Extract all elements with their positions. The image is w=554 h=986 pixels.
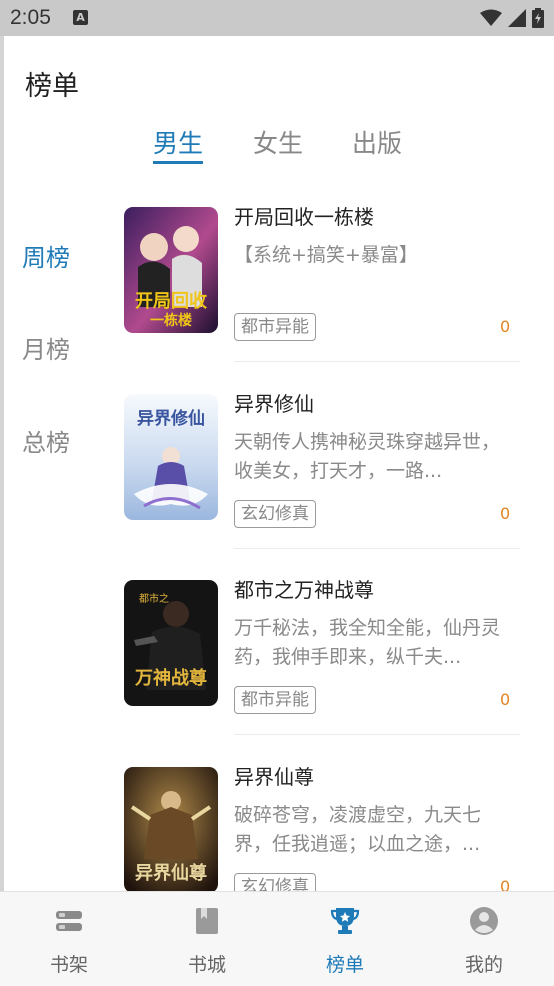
nav-bookshelf[interactable]: 书架 [0, 892, 138, 986]
book-category-tag: 都市异能 [234, 313, 316, 341]
svg-text:一栋楼: 一栋楼 [150, 312, 192, 329]
rank-weekly[interactable]: 周榜 [22, 238, 70, 273]
rank-monthly[interactable]: 月榜 [22, 330, 70, 365]
book-count: 0 [500, 504, 511, 523]
book-cover[interactable]: 异界修仙 [124, 394, 218, 520]
gender-tabs: 男生 女生 出版 [0, 124, 554, 168]
left-edge-strip [0, 36, 4, 986]
wifi-icon [480, 9, 502, 26]
book-cover[interactable]: 异界仙尊 [124, 767, 218, 893]
book-title: 异界修仙 [234, 392, 314, 416]
trophy-icon [330, 908, 360, 934]
status-bar: 2:05 A [0, 0, 554, 36]
book-title: 异界仙尊 [234, 765, 314, 789]
tab-publishing[interactable]: 出版 [352, 124, 402, 160]
nav-ranking[interactable]: 榜单 [276, 892, 414, 986]
page-title: 榜单 [25, 71, 79, 102]
book-title: 都市之万神战尊 [234, 578, 374, 602]
svg-text:开局回收: 开局回收 [135, 290, 207, 312]
book-description: 天朝传人携神秘灵珠穿越异世，收美女，打天才，一路... [234, 431, 501, 482]
bottom-navigation: 书架 书城 榜单 我的 [0, 891, 554, 986]
battery-icon [532, 8, 544, 28]
book-category-tag: 玄幻修真 [234, 500, 316, 528]
nav-profile[interactable]: 我的 [415, 892, 553, 986]
book-item[interactable]: 开局回收 一栋楼 开局回收一栋楼 【系统+搞笑+暴富】 都市异能 0 [124, 205, 524, 393]
book-description: 破碎苍穹，凌渡虚空，九天七界，任我逍遥；以血之途，... [234, 804, 482, 855]
status-icons [480, 7, 544, 29]
book-description: 万千秘法，我全知全能，仙丹灵药，我伸手即来，纵千夫... [234, 617, 501, 668]
nav-label: 书架 [49, 954, 88, 976]
nav-label: 书城 [187, 954, 226, 976]
notification-icon: A [73, 10, 88, 25]
status-time: 2:05 [10, 6, 51, 29]
profile-icon [470, 907, 498, 935]
book-count: 0 [500, 317, 511, 336]
book-count: 0 [500, 690, 511, 709]
book-description: 【系统+搞笑+暴富】 [234, 244, 418, 266]
book-cover[interactable]: 都市之 万神战尊 [124, 580, 218, 706]
svg-text:都市之: 都市之 [139, 592, 169, 605]
active-tab-indicator [153, 161, 203, 164]
tab-female[interactable]: 女生 [253, 124, 303, 160]
book-item[interactable]: 都市之 万神战尊 都市之万神战尊 万千秘法，我全知全能，仙丹灵药，我伸手即来，纵… [124, 578, 524, 766]
svg-text:异界修仙: 异界修仙 [137, 408, 205, 429]
bookshelf-icon [56, 911, 82, 931]
nav-label: 榜单 [325, 954, 364, 976]
signal-icon [508, 9, 526, 27]
tab-male[interactable]: 男生 [153, 124, 203, 160]
svg-text:万神战尊: 万神战尊 [134, 667, 207, 689]
rank-total[interactable]: 总榜 [22, 423, 70, 458]
divider [234, 361, 520, 362]
nav-bookstore[interactable]: 书城 [138, 892, 276, 986]
bookstore-icon [196, 908, 218, 934]
svg-text:异界仙尊: 异界仙尊 [135, 862, 207, 884]
nav-label: 我的 [464, 954, 503, 976]
book-item[interactable]: 异界修仙 异界修仙 天朝传人携神秘灵珠穿越异世，收美女，打天才，一路... 玄幻… [124, 392, 524, 580]
divider [234, 548, 520, 549]
divider [234, 734, 520, 735]
book-category-tag: 都市异能 [234, 686, 316, 714]
book-cover[interactable]: 开局回收 一栋楼 [124, 207, 218, 333]
book-title: 开局回收一栋楼 [234, 205, 374, 229]
